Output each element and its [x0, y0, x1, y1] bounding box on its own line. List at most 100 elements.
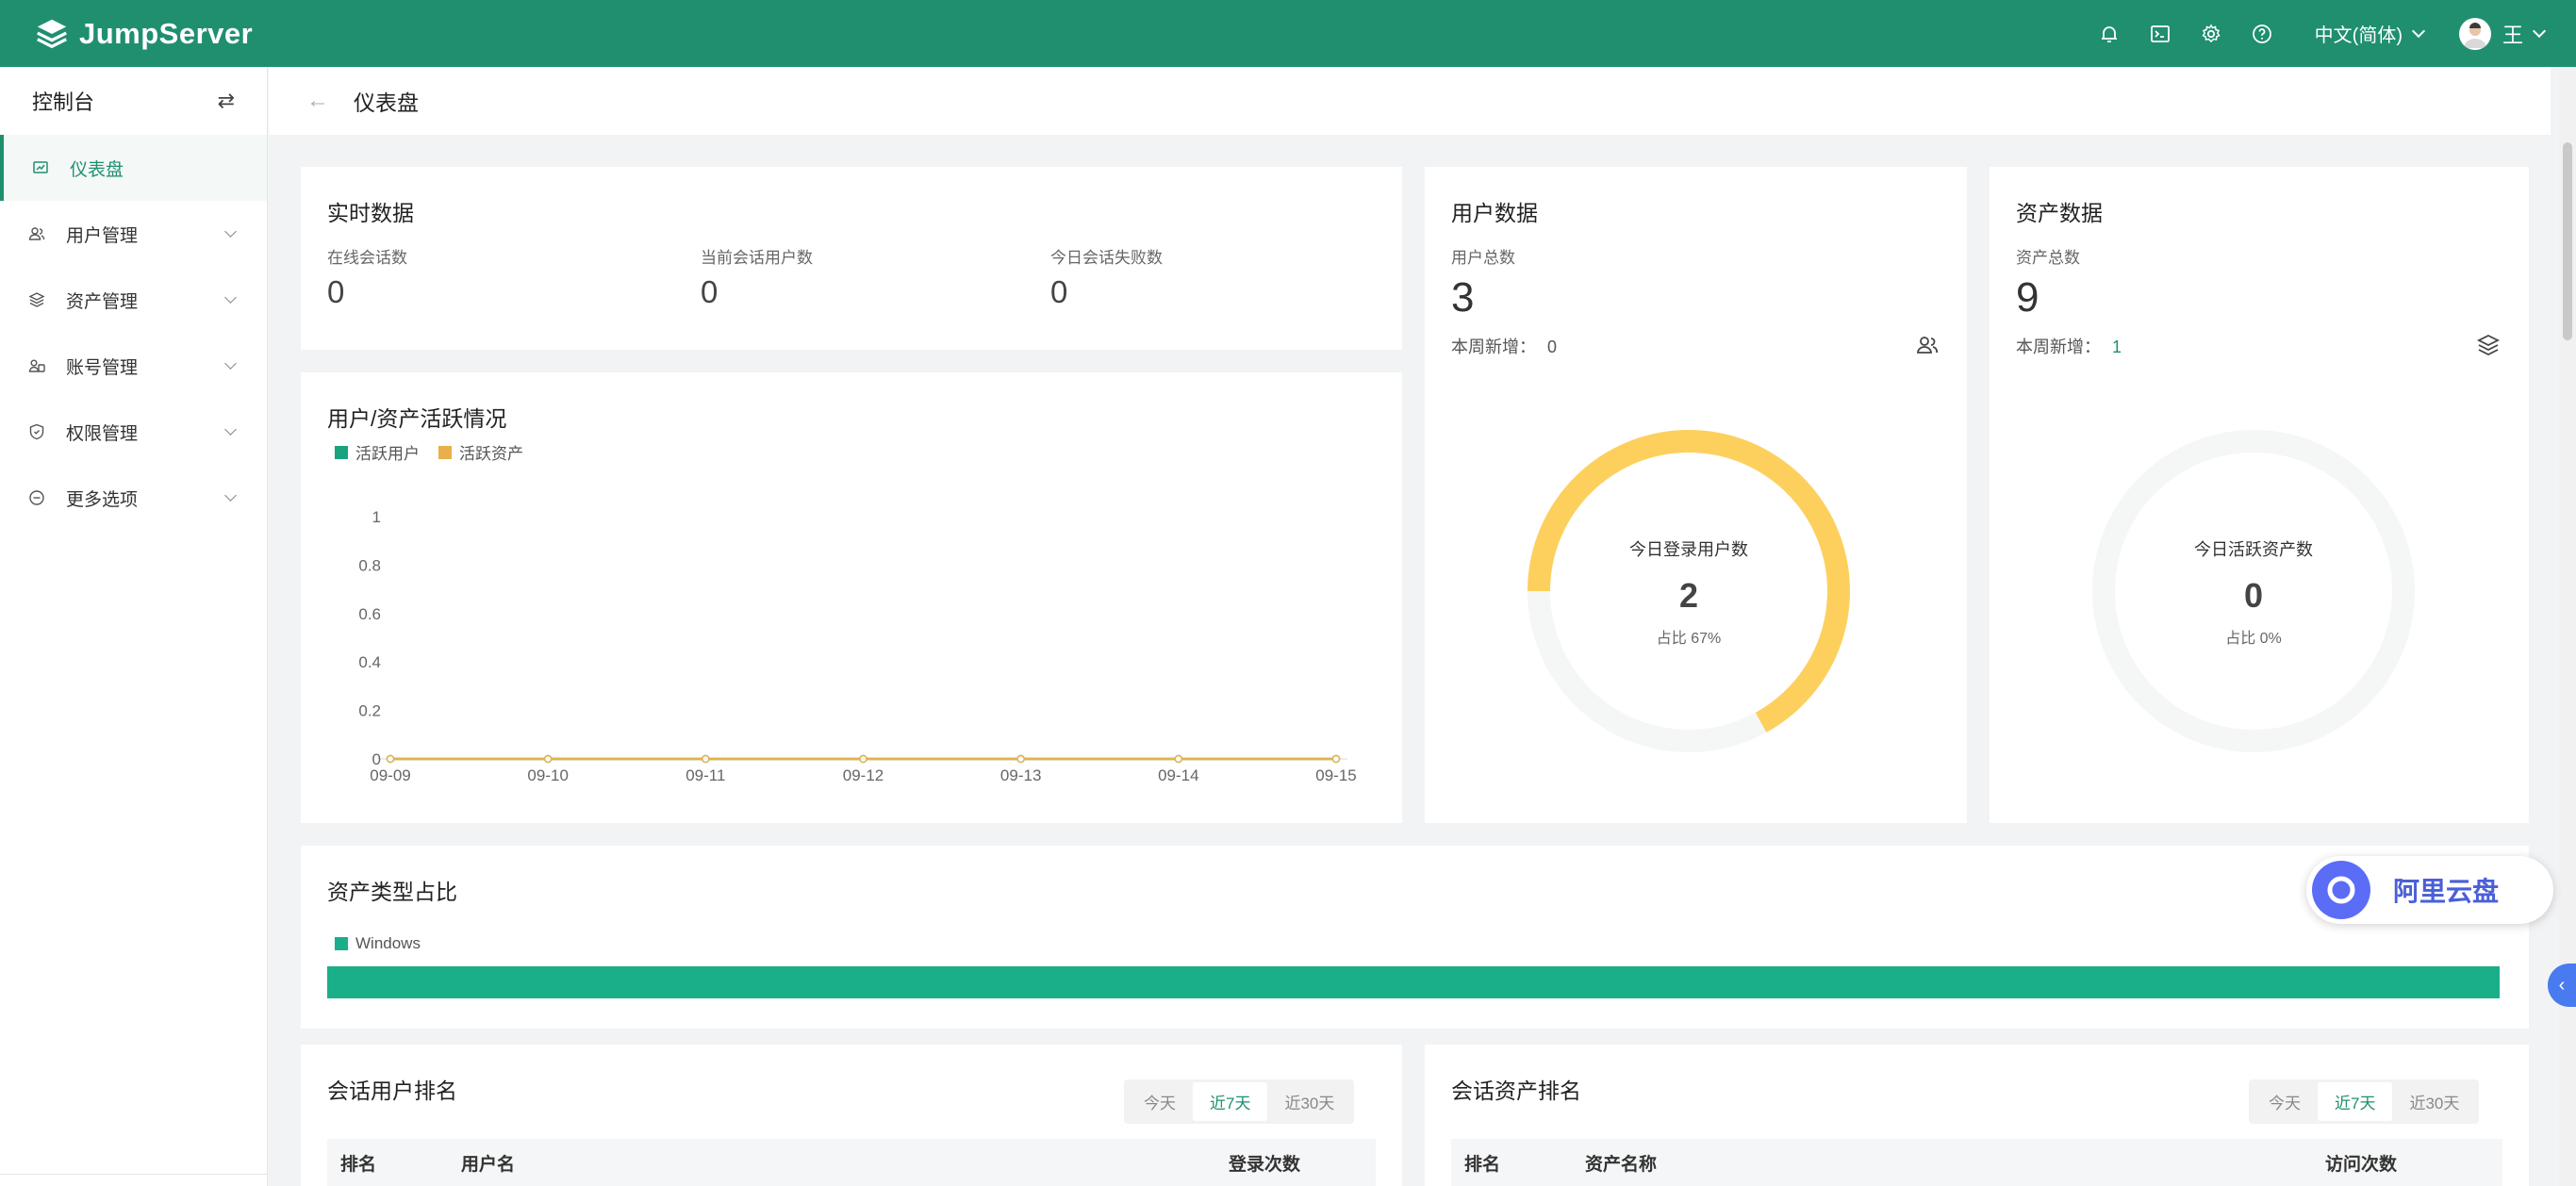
chevron-down-icon — [2411, 24, 2426, 38]
asset-type-bar-windows[interactable] — [327, 966, 2500, 998]
sidebar-title: 控制台 — [32, 91, 95, 114]
realtime-card: 实时数据 在线会话数 0 当前会话用户数 0 今日会话失败数 0 — [301, 167, 1402, 350]
column-header-rank[interactable]: 排名 — [1464, 1150, 1500, 1176]
user-data-card: 用户数据 用户总数 3 本周新增： 0 今日登录用户数 2 占比 67% — [1425, 167, 1967, 823]
column-header-rank[interactable]: 排名 — [340, 1150, 376, 1176]
data-point[interactable] — [1174, 754, 1183, 764]
language-label: 中文(简体) — [2314, 25, 2403, 46]
users-icon — [1917, 337, 1938, 354]
session-users-value: 0 — [701, 274, 718, 309]
asset-data-card: 资产数据 资产总数 9 本周新增： 1 今日活跃资产数 0 占比 0% — [1990, 167, 2529, 823]
data-point[interactable] — [859, 754, 867, 764]
data-point[interactable] — [702, 754, 710, 764]
bell-icon[interactable] — [2098, 23, 2121, 45]
data-point[interactable] — [1016, 754, 1025, 764]
aliyun-drive-badge[interactable]: 阿里云盘 — [2306, 856, 2553, 924]
asset-types-card: 资产类型占比 Windows — [301, 846, 2529, 1029]
y-tick-label: 0.8 — [358, 556, 381, 574]
data-point[interactable] — [386, 754, 395, 764]
shield-icon — [28, 423, 45, 440]
column-header-visit-count[interactable]: 访问次数 — [2325, 1150, 2397, 1176]
stack-icon — [2476, 334, 2501, 356]
weekly-value: 1 — [2112, 338, 2122, 356]
tab-7-days[interactable]: 近7天 — [1193, 1082, 1268, 1121]
sidebar-item-users[interactable]: 用户管理 — [0, 201, 267, 267]
online-sessions-value: 0 — [327, 274, 345, 309]
sidebar-item-more[interactable]: 更多选项 — [0, 465, 267, 531]
brand-logo[interactable]: JumpServer — [34, 16, 253, 52]
account-icon — [28, 357, 45, 374]
page-header: ← 仪表盘 — [269, 67, 2551, 135]
y-tick-label: 1 — [372, 508, 381, 526]
weekly-label: 本周新增： — [1451, 338, 1536, 356]
tab-30-days[interactable]: 近30天 — [1267, 1082, 1351, 1121]
language-selector[interactable]: 中文(简体) — [2314, 20, 2426, 47]
card-title: 会话资产排名 — [1451, 1079, 1581, 1103]
stack-icon — [28, 291, 45, 308]
tab-7-days[interactable]: 近7天 — [2318, 1082, 2393, 1121]
failed-sessions-value: 0 — [1050, 274, 1068, 309]
sidebar-item-label: 更多选项 — [66, 489, 139, 510]
asset-types-legend: Windows — [335, 934, 439, 953]
donut-label: 今日活跃资产数 — [2194, 540, 2313, 559]
sidebar-item-label: 资产管理 — [66, 291, 139, 312]
y-tick-label: 0.6 — [358, 605, 381, 623]
terminal-icon[interactable] — [2149, 23, 2171, 45]
sidebar-item-permissions[interactable]: 权限管理 — [0, 399, 267, 465]
more-icon — [28, 489, 45, 506]
user-rank-table-header: 排名 用户名 登录次数 — [327, 1139, 1376, 1186]
help-icon[interactable] — [2251, 23, 2273, 45]
user-total-label: 用户总数 — [1451, 249, 1515, 267]
users-icon — [28, 225, 45, 242]
gear-icon[interactable] — [2200, 23, 2222, 45]
x-tick-label: 09-13 — [1000, 766, 1041, 784]
chevron-down-icon — [224, 225, 237, 238]
scrollbar[interactable] — [2559, 67, 2576, 1186]
card-title: 用户数据 — [1451, 201, 1538, 225]
column-header-asset-name[interactable]: 资产名称 — [1585, 1150, 1657, 1176]
x-tick-label: 09-10 — [527, 766, 568, 784]
user-donut-center: 今日登录用户数 2 占比 67% — [1576, 536, 1802, 648]
chevron-down-icon — [224, 291, 237, 304]
switch-view-icon[interactable]: ⇄ — [218, 89, 235, 113]
back-arrow-icon[interactable]: ← — [306, 88, 329, 114]
user-rank-card: 会话用户排名 今天 近7天 近30天 排名 用户名 登录次数 — [301, 1045, 1402, 1186]
asset-weekly-new: 本周新增： 1 — [2016, 334, 2122, 358]
x-tick-label: 09-11 — [685, 766, 725, 784]
legend-item-windows[interactable]: Windows — [335, 934, 421, 953]
data-point[interactable] — [543, 754, 553, 764]
tab-today[interactable]: 今天 — [1127, 1082, 1193, 1121]
weekly-value: 0 — [1547, 338, 1558, 356]
asset-rank-table-header: 排名 资产名称 访问次数 — [1451, 1139, 2502, 1186]
asset-total-label: 资产总数 — [2016, 249, 2080, 267]
user-rank-period-tabs: 今天 近7天 近30天 — [1124, 1079, 1355, 1124]
y-tick-label: 0.2 — [358, 702, 381, 720]
asset-total-value: 9 — [2016, 274, 2039, 321]
failed-sessions-label: 今日会话失败数 — [1050, 249, 1163, 267]
scrollbar-thumb[interactable] — [2563, 142, 2572, 340]
user-menu[interactable]: 王 — [2458, 17, 2547, 50]
column-header-username[interactable]: 用户名 — [461, 1150, 515, 1176]
y-tick-label: 0.4 — [358, 653, 381, 671]
chevron-down-icon — [224, 423, 237, 436]
asset-rank-card: 会话资产排名 今天 近7天 近30天 排名 资产名称 访问次数 — [1425, 1045, 2529, 1186]
tab-30-days[interactable]: 近30天 — [2392, 1082, 2476, 1121]
dashboard-icon — [32, 159, 49, 176]
sidebar-item-accounts[interactable]: 账号管理 — [0, 333, 267, 399]
asset-rank-period-tabs: 今天 近7天 近30天 — [2249, 1079, 2480, 1124]
aliyun-drive-label: 阿里云盘 — [2393, 877, 2500, 906]
tab-today[interactable]: 今天 — [2252, 1082, 2318, 1121]
sidebar-item-assets[interactable]: 资产管理 — [0, 267, 267, 333]
jumpserver-logo-icon — [37, 19, 67, 48]
activity-line-chart: 00.20.40.60.8109-09 09-10 09-11 09-12 09-13 0… — [358, 508, 1356, 784]
column-header-login-count[interactable]: 登录次数 — [1229, 1150, 1300, 1176]
activity-chart-card: 用户/资产活跃情况 活跃用户 活跃资产 0 0.2 0.4 0.6 0.8 1 09-09 0… — [301, 372, 1402, 823]
legend-label: Windows — [355, 934, 421, 952]
data-point[interactable] — [1331, 754, 1341, 764]
donut-percent: 占比 67% — [1656, 631, 1722, 647]
session-users-label: 当前会话用户数 — [701, 249, 813, 267]
sidebar-item-dashboard[interactable]: 仪表盘 — [0, 135, 267, 201]
collapse-panel-tab[interactable]: ‹ — [2548, 964, 2576, 1007]
sidebar-item-label: 账号管理 — [66, 357, 139, 378]
sidebar-divider — [0, 1174, 268, 1175]
